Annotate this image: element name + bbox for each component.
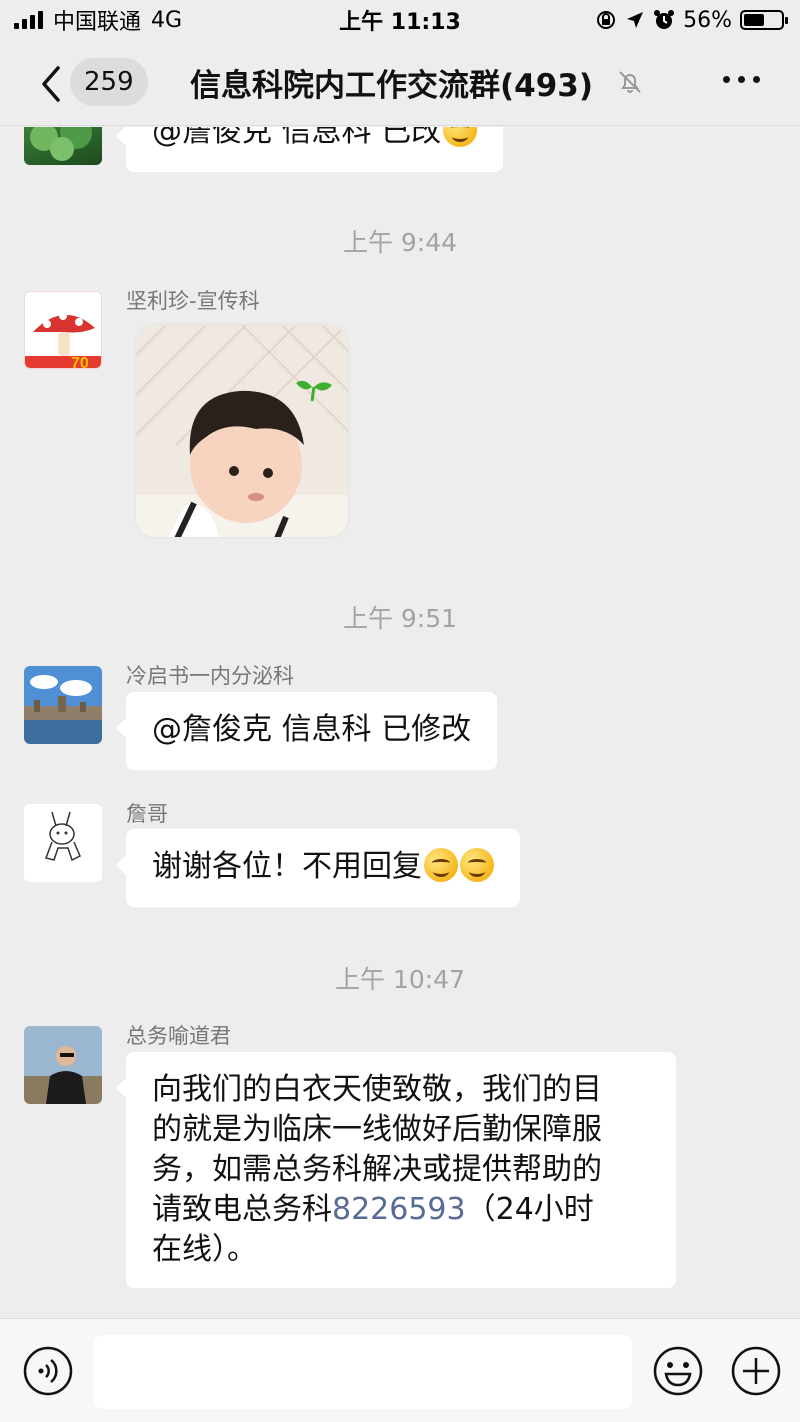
message-line: 务，如需总务科解决或提供帮助的 xyxy=(152,1152,602,1187)
message-list[interactable]: @詹俊克 信息科 已改 上午 9:44 70 坚利珍-宣传科 上午 9:51 冷… xyxy=(0,127,800,1317)
sender-name: 坚利珍-宣传科 xyxy=(126,289,260,313)
smile-emoji-icon xyxy=(443,127,478,147)
bell-slash-icon xyxy=(619,71,641,93)
input-bar xyxy=(0,1318,800,1422)
rotation-lock-icon xyxy=(597,11,616,29)
message-text: @詹俊克 信息科 已改 xyxy=(152,127,442,149)
more-dots-icon[interactable] xyxy=(723,76,760,83)
sticker-image[interactable] xyxy=(134,323,350,539)
chevron-left-icon[interactable] xyxy=(36,64,66,104)
message-bubble[interactable]: 向我们的白衣天使致敬，我们的目 的就是为临床一线做好后勤保障服 务，如需总务科解… xyxy=(116,1052,676,1288)
emoji-icon[interactable] xyxy=(652,1345,704,1397)
message-text: （24小时 xyxy=(465,1192,594,1227)
battery-fill xyxy=(744,14,765,26)
avatar[interactable] xyxy=(24,804,102,882)
message-bubble[interactable]: @詹俊克 信息科 已改 xyxy=(115,127,504,172)
unread-count-badge[interactable]: 259 xyxy=(70,58,148,106)
message-bubble[interactable]: @詹俊克 信息科 已修改 xyxy=(115,692,498,770)
network-label: 4G xyxy=(151,7,183,33)
message-line: 向我们的白衣天使致敬，我们的目 xyxy=(152,1072,602,1107)
carrier-label: 中国联通 xyxy=(53,10,142,35)
smile-emoji-icon xyxy=(460,848,494,882)
chat-header: 259 信息科院内工作交流群(493) xyxy=(0,40,800,126)
timestamp: 上午 9:44 xyxy=(342,228,458,257)
message-input[interactable] xyxy=(94,1335,632,1409)
message-line: 的就是为临床一线做好后勤保障服 xyxy=(152,1112,602,1147)
sender-name: 冷启书一内分泌科 xyxy=(126,664,294,688)
phone-number-link[interactable]: 8226593 xyxy=(332,1192,466,1227)
chat-title: 信息科院内工作交流群(493) xyxy=(190,68,594,104)
message-text: 谢谢各位！不用回复 xyxy=(152,849,422,884)
voice-icon[interactable] xyxy=(22,1345,74,1397)
battery-percent: 56% xyxy=(683,7,732,33)
message-line: 请致电总务科8226593（24小时 xyxy=(152,1190,650,1230)
status-left: 中国联通 4G xyxy=(14,4,182,36)
location-icon xyxy=(627,12,644,28)
status-right: 56% xyxy=(595,7,788,33)
avatar[interactable] xyxy=(24,1026,102,1104)
plus-circle-icon[interactable] xyxy=(730,1345,782,1397)
status-bar: 中国联通 4G 上午 11:13 56% xyxy=(0,0,800,40)
message-text: 请致电总务科 xyxy=(152,1192,332,1227)
svg-text:70: 70 xyxy=(71,355,89,369)
signal-icon xyxy=(14,11,43,29)
timestamp: 上午 9:51 xyxy=(342,604,458,633)
alarm-icon xyxy=(654,10,675,29)
message-line: 在线）。 xyxy=(152,1232,257,1267)
sender-name: 詹哥 xyxy=(126,802,168,826)
timestamp: 上午 10:47 xyxy=(335,965,465,994)
battery-icon xyxy=(740,10,788,30)
avatar[interactable]: 70 xyxy=(24,291,102,369)
sender-name: 总务喻道君 xyxy=(126,1024,231,1048)
avatar[interactable] xyxy=(24,666,102,744)
message-text: @詹俊克 信息科 已修改 xyxy=(152,712,472,747)
avatar[interactable] xyxy=(24,127,102,165)
smile-emoji-icon xyxy=(424,848,458,882)
message-bubble[interactable]: 谢谢各位！不用回复 xyxy=(116,829,520,907)
